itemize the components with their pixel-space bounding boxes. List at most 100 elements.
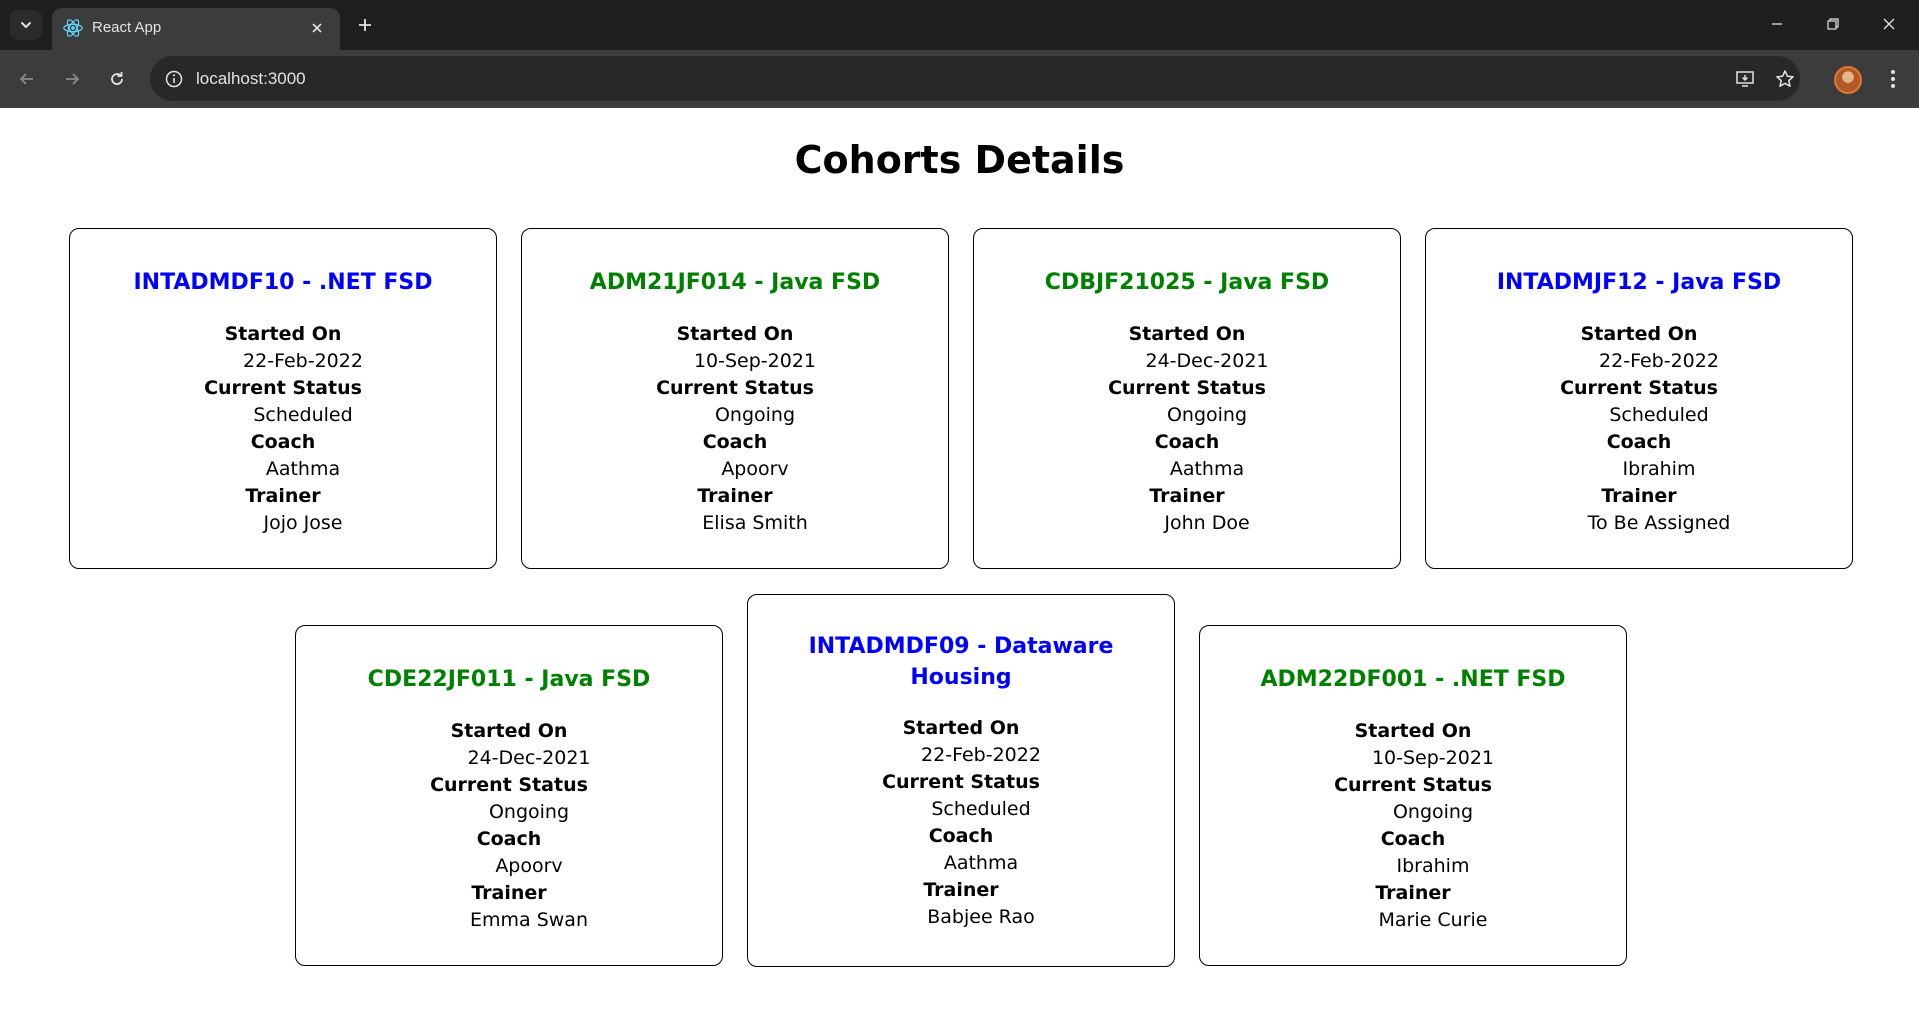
cohort-title: ADM22DF001 - .NET FSD xyxy=(1260,667,1566,692)
cohort-title: CDBJF21025 - Java FSD xyxy=(1044,270,1330,295)
current-status-label: Current Status xyxy=(1334,774,1492,796)
trainer-label: Trainer xyxy=(923,879,999,901)
tab-search-button[interactable] xyxy=(10,10,42,40)
started-on-label: Started On xyxy=(224,323,342,345)
cohort-details: Started On 10-Sep-2021 Current Status On… xyxy=(522,321,948,537)
trainer-value: Elisa Smith xyxy=(702,512,808,534)
started-on-label: Started On xyxy=(1354,720,1472,742)
restore-button[interactable] xyxy=(1810,8,1856,40)
current-status-label: Current Status xyxy=(1108,377,1266,399)
minimize-icon xyxy=(1772,23,1782,25)
coach-label: Coach xyxy=(1154,431,1220,453)
install-app-button[interactable] xyxy=(1732,66,1758,92)
trainer-value: John Doe xyxy=(1164,512,1250,534)
started-on-value: 10-Sep-2021 xyxy=(1371,747,1495,769)
current-status-label: Current Status xyxy=(882,771,1040,793)
current-status-label: Current Status xyxy=(656,377,814,399)
current-status-value: Scheduled xyxy=(931,798,1031,820)
browser-menu-button[interactable] xyxy=(1880,64,1906,94)
current-status-value: Scheduled xyxy=(253,404,353,426)
coach-value: Aathma xyxy=(265,458,341,480)
forward-button[interactable] xyxy=(57,64,87,94)
started-on-value: 22-Feb-2022 xyxy=(243,350,363,372)
reload-button[interactable] xyxy=(102,64,132,94)
cohort-card: CDE22JF011 - Java FSD Started On 24-Dec-… xyxy=(295,625,723,966)
back-button[interactable] xyxy=(12,64,42,94)
more-vert-icon xyxy=(1891,70,1895,88)
cohort-title: ADM21JF014 - Java FSD xyxy=(589,270,881,295)
current-status-value: Ongoing xyxy=(1392,801,1474,823)
cohort-card: ADM22DF001 - .NET FSD Started On 10-Sep-… xyxy=(1199,625,1627,966)
current-status-label: Current Status xyxy=(204,377,362,399)
trainer-label: Trainer xyxy=(471,882,547,904)
page-title: Cohorts Details xyxy=(794,138,1125,182)
trainer-label: Trainer xyxy=(1601,485,1677,507)
restore-icon xyxy=(1827,18,1839,30)
cohort-details: Started On 22-Feb-2022 Current Status Sc… xyxy=(70,321,496,537)
page-content: Cohorts Details INTADMDF10 - .NET FSD St… xyxy=(0,108,1919,1015)
new-tab-button[interactable] xyxy=(351,11,379,39)
current-status-label: Current Status xyxy=(1560,377,1718,399)
star-icon xyxy=(1776,70,1794,87)
browser-tabstrip: React App xyxy=(0,0,1919,50)
cohort-card: INTADMDF09 - Dataware Housing Started On… xyxy=(747,594,1175,967)
reload-icon xyxy=(111,72,123,85)
started-on-label: Started On xyxy=(1580,323,1698,345)
coach-label: Coach xyxy=(476,828,542,850)
react-logo-icon xyxy=(63,19,83,37)
trainer-value: Jojo Jose xyxy=(263,512,343,534)
coach-value: Apoorv xyxy=(495,855,563,877)
trainer-label: Trainer xyxy=(245,485,321,507)
cohort-card: INTADMJF12 - Java FSD Started On 22-Feb-… xyxy=(1425,228,1853,569)
chevron-down-icon xyxy=(21,22,31,29)
info-icon xyxy=(165,70,183,88)
coach-label: Coach xyxy=(1606,431,1672,453)
close-window-button[interactable] xyxy=(1866,8,1912,40)
started-on-value: 22-Feb-2022 xyxy=(921,744,1041,766)
started-on-value: 24-Dec-2021 xyxy=(1145,350,1269,372)
coach-label: Coach xyxy=(250,431,316,453)
trainer-label: Trainer xyxy=(697,485,773,507)
url-text: localhost:3000 xyxy=(196,69,306,88)
profile-avatar[interactable] xyxy=(1834,66,1862,94)
cohort-card: ADM21JF014 - Java FSD Started On 10-Sep-… xyxy=(521,228,949,569)
started-on-value: 10-Sep-2021 xyxy=(693,350,817,372)
cohort-details: Started On 10-Sep-2021 Current Status On… xyxy=(1200,718,1626,934)
current-status-label: Current Status xyxy=(430,774,588,796)
cohort-title: INTADMDF10 - .NET FSD xyxy=(133,270,433,295)
cohort-title: INTADMJF12 - Java FSD xyxy=(1496,270,1782,295)
active-tab[interactable]: React App xyxy=(52,8,340,50)
coach-value: Apoorv xyxy=(721,458,789,480)
minimize-button[interactable] xyxy=(1754,8,1800,40)
coach-value: Aathma xyxy=(943,852,1019,874)
started-on-label: Started On xyxy=(1128,323,1246,345)
install-icon xyxy=(1736,71,1754,87)
trainer-value: Marie Curie xyxy=(1378,909,1488,931)
bookmark-button[interactable] xyxy=(1772,66,1798,92)
cohort-details: Started On 22-Feb-2022 Current Status Sc… xyxy=(748,715,1174,931)
current-status-value: Ongoing xyxy=(1166,404,1248,426)
trainer-value: Emma Swan xyxy=(470,909,588,931)
coach-value: Aathma xyxy=(1169,458,1245,480)
address-bar[interactable]: localhost:3000 xyxy=(150,56,1800,101)
arrow-left-icon xyxy=(19,73,33,85)
started-on-value: 24-Dec-2021 xyxy=(467,747,591,769)
cohort-title: INTADMDF09 - Dataware Housing xyxy=(808,634,1114,690)
trainer-value: To Be Assigned xyxy=(1587,512,1731,534)
plus-icon xyxy=(359,19,371,31)
trainer-label: Trainer xyxy=(1149,485,1225,507)
site-info-button[interactable] xyxy=(162,67,186,91)
cohort-card: INTADMDF10 - .NET FSD Started On 22-Feb-… xyxy=(69,228,497,569)
cohort-details: Started On 24-Dec-2021 Current Status On… xyxy=(974,321,1400,537)
coach-label: Coach xyxy=(702,431,768,453)
trainer-label: Trainer xyxy=(1375,882,1451,904)
coach-label: Coach xyxy=(1380,828,1446,850)
tab-close-button[interactable] xyxy=(306,17,328,39)
current-status-value: Scheduled xyxy=(1609,404,1709,426)
browser-toolbar: localhost:3000 xyxy=(0,50,1919,108)
started-on-label: Started On xyxy=(676,323,794,345)
coach-value: Ibrahim xyxy=(1622,458,1696,480)
trainer-value: Babjee Rao xyxy=(927,906,1035,928)
cohort-card: CDBJF21025 - Java FSD Started On 24-Dec-… xyxy=(973,228,1401,569)
tab-title: React App xyxy=(92,19,162,36)
